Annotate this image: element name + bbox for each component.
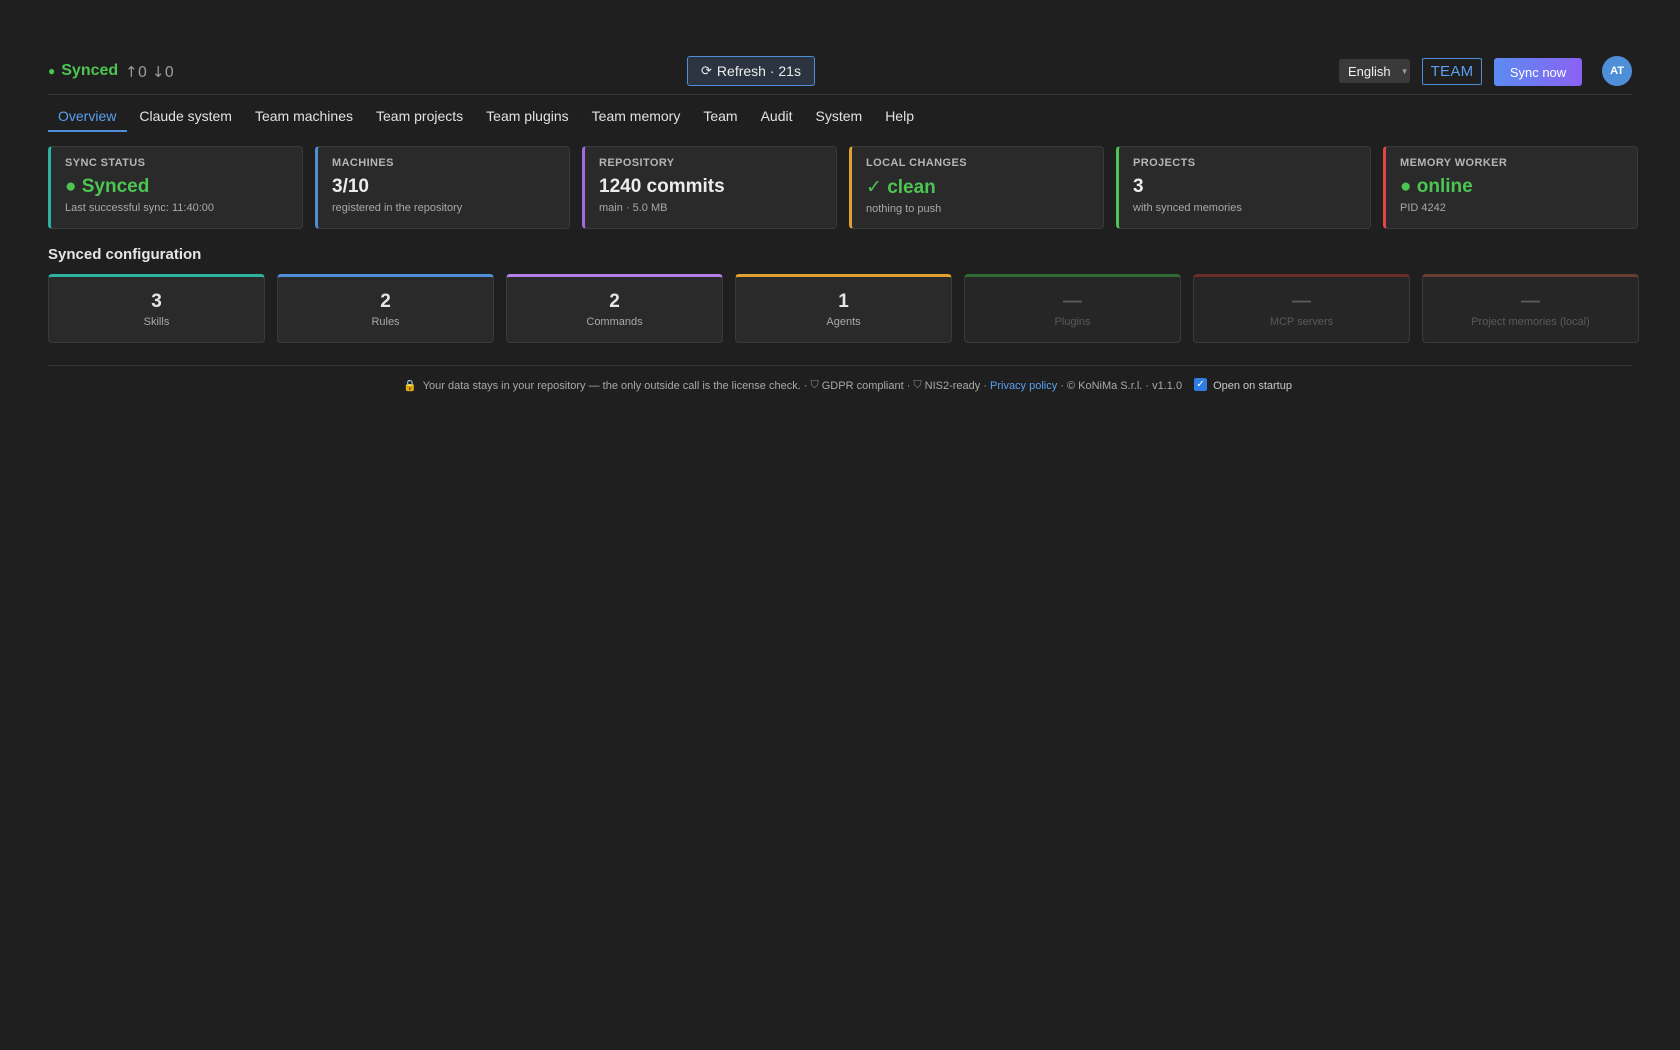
config-count: 2 — [609, 291, 620, 312]
tab-team-plugins[interactable]: Team plugins — [476, 103, 580, 132]
sync-counts: ↑0 ↓0 — [125, 63, 174, 81]
shield-icon: ⛉ — [810, 379, 819, 391]
stat-cards: SYNC STATUS ● Synced Last successful sync:… — [48, 146, 1638, 229]
stat-subtext: with synced memories — [1133, 202, 1242, 214]
tab-claude-system[interactable]: Claude system — [129, 103, 243, 132]
stat-label: REPOSITORY — [599, 157, 675, 169]
stat-label: PROJECTS — [1133, 157, 1196, 169]
config-count: 2 — [380, 291, 391, 312]
stat-label: MACHINES — [332, 157, 394, 169]
tab-team[interactable]: Team — [693, 103, 748, 132]
sync-status-indicator: ● Synced — [48, 62, 118, 80]
stat-label: SYNC STATUS — [65, 157, 146, 169]
tab-team-memory[interactable]: Team memory — [582, 103, 692, 132]
avatar[interactable]: AT — [1602, 56, 1632, 86]
refresh-button[interactable]: ⟳ Refresh · 21s — [687, 56, 815, 86]
stat-value: 1240 commits — [599, 176, 725, 197]
tab-help[interactable]: Help — [875, 103, 925, 132]
stat-card-machines: MACHINES 3/10 registered in the repository — [315, 146, 570, 229]
open-on-startup-checkbox[interactable]: ✓ — [1194, 378, 1208, 391]
plan-badge: TEAM — [1422, 58, 1482, 85]
stat-subtext: PID 4242 — [1400, 202, 1446, 214]
stat-card-local-changes: LOCAL CHANGES ✓ clean nothing to push — [849, 146, 1104, 229]
tab-overview[interactable]: Overview — [48, 103, 128, 132]
stat-label: MEMORY WORKER — [1400, 157, 1508, 169]
config-card-skills[interactable]: 3 Skills — [48, 274, 265, 343]
tab-bar: Overview Claude system Team machines Team p… — [48, 103, 927, 132]
stat-label: LOCAL CHANGES — [866, 157, 967, 169]
status-dot-icon: ● — [48, 64, 56, 78]
stat-card-repository: REPOSITORY 1240 commits main · 5.0 MB — [582, 146, 837, 229]
language-value: English — [1348, 63, 1391, 79]
stat-subtext: Last successful sync: 11:40:00 — [65, 202, 214, 214]
sync-now-button[interactable]: Sync now — [1494, 58, 1582, 86]
stat-card-memory-worker: MEMORY WORKER ● online PID 4242 — [1383, 146, 1638, 229]
stat-value: 3 — [1133, 176, 1144, 197]
tab-team-machines[interactable]: Team machines — [245, 103, 364, 132]
privacy-policy-link[interactable]: Privacy policy — [990, 380, 1057, 392]
config-name: Skills — [143, 316, 170, 328]
config-count: — — [1292, 291, 1311, 312]
stat-value: ● Synced — [65, 176, 150, 197]
tab-system[interactable]: System — [806, 103, 874, 132]
refresh-label: Refresh · 21s — [716, 63, 801, 79]
config-name: MCP servers — [1269, 316, 1334, 328]
open-on-startup-label: Open on startup — [1213, 379, 1292, 392]
shield-icon: ⛉ — [913, 379, 922, 391]
stat-card-projects: PROJECTS 3 with synced memories — [1116, 146, 1371, 229]
stat-value: ● online — [1400, 176, 1473, 197]
copyright: · © KoNiMa S.r.l. · v1.1.0 — [1060, 379, 1183, 392]
stat-card-sync-status: SYNC STATUS ● Synced Last successful sync:… — [48, 146, 303, 229]
stat-subtext: nothing to push — [866, 203, 942, 215]
config-name: Rules — [371, 316, 400, 328]
stat-value: 3/10 — [332, 176, 369, 197]
config-name: Project memories (local) — [1471, 316, 1590, 328]
config-card-agents[interactable]: 1 Agents — [735, 274, 952, 343]
tab-team-projects[interactable]: Team projects — [366, 103, 474, 132]
stat-subtext: registered in the repository — [332, 202, 463, 214]
tab-audit[interactable]: Audit — [751, 103, 804, 132]
config-cards: 3 Skills 2 Rules 2 Commands 1 Agents — Plugins — MC… — [48, 274, 1639, 343]
divider — [48, 365, 1632, 366]
sync-status-label: Synced — [61, 62, 119, 79]
config-name: Agents — [826, 316, 861, 328]
nis2-note: NIS2-ready · — [924, 379, 987, 392]
config-card-mcp-servers[interactable]: — MCP servers — [1193, 274, 1410, 343]
language-select[interactable]: English ▼ — [1339, 59, 1410, 83]
config-count: — — [1063, 291, 1082, 312]
privacy-note: Your data stays in your repository — the… — [422, 379, 808, 392]
config-card-project-memories-local[interactable]: — Project memories (local) — [1422, 274, 1639, 343]
stat-value: ✓ clean — [866, 177, 936, 198]
config-count: 1 — [838, 291, 849, 312]
chevron-down-icon: ▼ — [1400, 66, 1409, 76]
refresh-icon: ⟳ — [701, 63, 712, 79]
config-card-rules[interactable]: 2 Rules — [277, 274, 494, 343]
lock-icon: 🔒 — [403, 380, 417, 392]
gdpr-note: GDPR compliant · — [821, 379, 911, 392]
footer: 🔒 Your data stays in your repository — t… — [403, 378, 1292, 392]
config-name: Commands — [586, 316, 643, 328]
config-name: Plugins — [1054, 316, 1091, 328]
config-count: 3 — [151, 291, 162, 312]
config-card-commands[interactable]: 2 Commands — [506, 274, 723, 343]
section-title: Synced configuration — [48, 246, 202, 263]
top-bar: ● Synced ↑0 ↓0 ⟳ Refresh · 21s English ▼… — [48, 0, 1632, 95]
config-count: — — [1521, 291, 1540, 312]
stat-subtext: main · 5.0 MB — [599, 202, 668, 214]
app-root: ● Synced ↑0 ↓0 ⟳ Refresh · 21s English ▼… — [48, 0, 1639, 392]
config-card-plugins[interactable]: — Plugins — [964, 274, 1181, 343]
